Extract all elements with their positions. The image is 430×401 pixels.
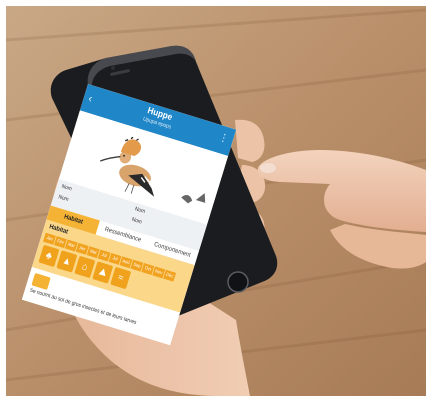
photo-scene: ‹ Huppe Upupa epops ⋮ Nom Nom Nom Nom Ha… [0, 0, 430, 401]
food-icon [31, 272, 51, 290]
info-left-top: Nom [60, 184, 73, 193]
hoopoe-beak [100, 155, 121, 162]
forest-icon[interactable]: ♣ [38, 244, 60, 268]
mountain-icon[interactable]: ⛰ [92, 261, 114, 284]
field-icon[interactable]: ▲ [56, 250, 78, 273]
info-left-bottom: Nom [57, 194, 70, 203]
phone-camera [111, 66, 115, 70]
info-right-top: Nom [134, 206, 146, 215]
wetland-icon[interactable]: ≈ [110, 266, 132, 290]
info-right-bottom: Nom [130, 217, 143, 226]
home-button[interactable] [227, 271, 249, 293]
fingernail [260, 163, 276, 173]
house-icon[interactable]: ⌂ [74, 255, 96, 279]
month-cell: Déc [163, 269, 177, 282]
